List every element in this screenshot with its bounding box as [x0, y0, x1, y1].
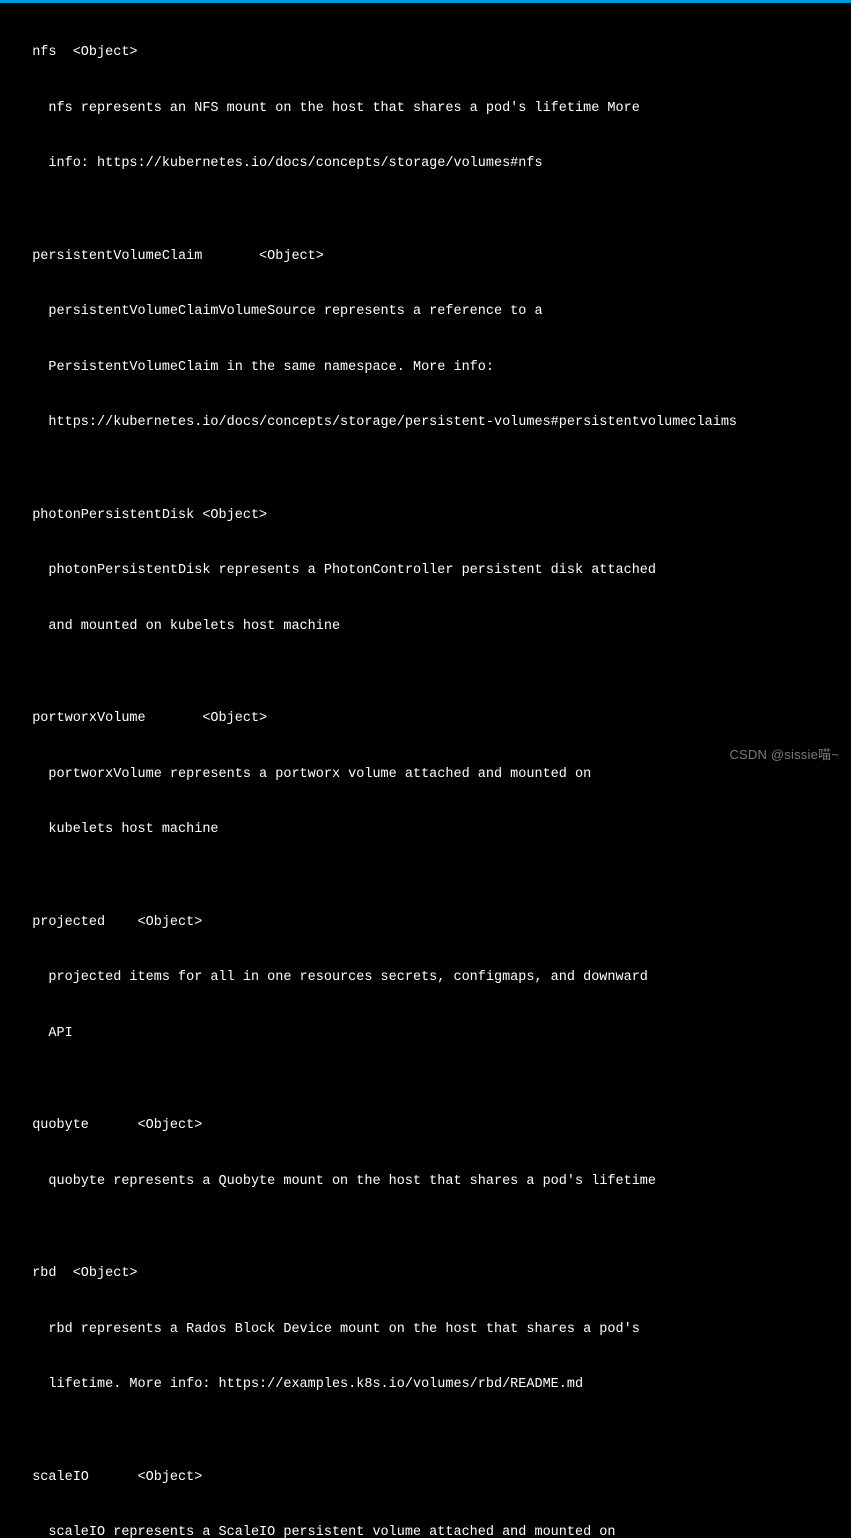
terminal-row: lifetime. More info: https://examples.k8…	[0, 1376, 851, 1395]
terminal-row: projected <Object>	[0, 914, 851, 933]
terminal-row: rbd represents a Rados Block Device moun…	[0, 1321, 851, 1340]
terminal-output[interactable]: nfs <Object> nfs represents an NFS mount…	[0, 3, 851, 1538]
terminal-row: API	[0, 1025, 851, 1044]
terminal-row: kubelets host machine	[0, 821, 851, 840]
terminal-row: portworxVolume represents a portworx vol…	[0, 766, 851, 785]
terminal-row: persistentVolumeClaimVolumeSource repres…	[0, 303, 851, 322]
terminal-row: photonPersistentDisk <Object>	[0, 507, 851, 526]
terminal-row: persistentVolumeClaim <Object>	[0, 248, 851, 267]
terminal-row: photonPersistentDisk represents a Photon…	[0, 562, 851, 581]
watermark: CSDN @sissie喵~	[729, 744, 839, 763]
terminal-row: and mounted on kubelets host machine	[0, 618, 851, 637]
terminal-row: projected items for all in one resources…	[0, 969, 851, 988]
terminal-row: https://kubernetes.io/docs/concepts/stor…	[0, 414, 851, 433]
terminal-row: PersistentVolumeClaim in the same namesp…	[0, 359, 851, 378]
terminal-row: nfs <Object>	[0, 44, 851, 63]
terminal-row: quobyte represents a Quobyte mount on th…	[0, 1173, 851, 1192]
terminal-row: quobyte <Object>	[0, 1117, 851, 1136]
terminal-row: scaleIO represents a ScaleIO persistent …	[0, 1524, 851, 1538]
terminal-row: rbd <Object>	[0, 1265, 851, 1284]
terminal-row: info: https://kubernetes.io/docs/concept…	[0, 155, 851, 174]
terminal-row: scaleIO <Object>	[0, 1469, 851, 1488]
terminal-row: nfs represents an NFS mount on the host …	[0, 100, 851, 119]
terminal-row: portworxVolume <Object>	[0, 710, 851, 729]
